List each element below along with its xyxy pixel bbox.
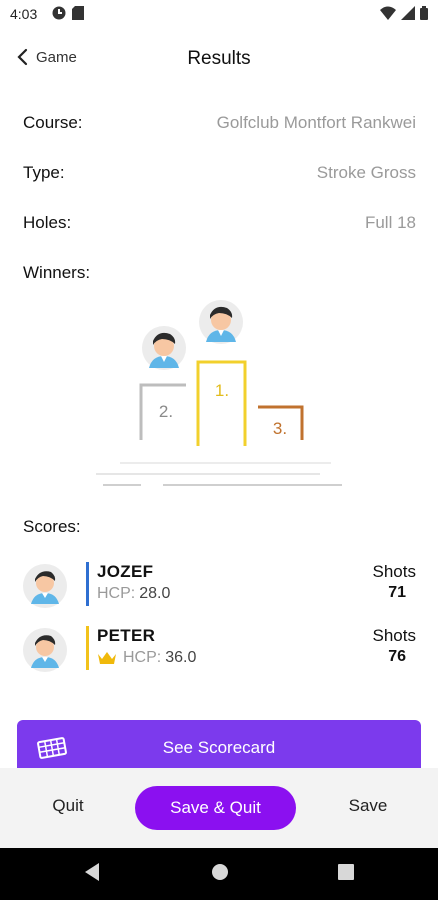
save-and-quit-button[interactable]: Save & Quit [135,786,296,830]
chevron-left-icon [17,48,28,66]
winners-label: Winners: [23,263,91,282]
top-bar: Game Results [0,40,438,80]
shots-label: Shots [372,626,416,645]
system-nav-bar [0,848,438,900]
type-row: Type: Stroke Gross [23,161,416,185]
status-right-icons [380,6,428,20]
circle-app-icon [52,6,66,20]
shots-label: Shots [372,562,416,581]
quit-button[interactable]: Quit [30,796,106,816]
player-name: PETER [97,626,156,645]
battery-icon [420,6,428,20]
player-name: JOZEF [97,562,154,581]
avatar-icon [23,564,67,608]
see-scorecard-label: See Scorecard [162,738,276,757]
scores-label: Scores: [23,517,81,536]
shots-value: 71 [388,584,406,601]
back-nav-icon[interactable] [83,862,101,882]
recents-nav-icon[interactable] [337,862,355,882]
course-label: Course: [23,113,83,132]
first-place-step [196,360,247,446]
signal-icon [401,6,415,20]
type-label: Type: [23,163,65,182]
home-nav-icon[interactable] [210,862,230,882]
shots-value: 76 [388,648,406,665]
course-value: Golfclub Montfort Rankwei [216,113,416,132]
score-row-peter[interactable]: PETER HCP: 36.0 Shots 76 [23,626,416,676]
second-place-avatar [142,326,186,370]
score-row-jozef[interactable]: JOZEF HCP: 28.0 Shots 71 [23,562,416,612]
status-time: 4:03 [10,6,38,22]
back-label: Game [36,48,77,66]
hcp-label: HCP: [123,649,162,666]
hcp-value: 36.0 [165,649,197,666]
holes-label: Holes: [23,213,72,232]
third-place-label: 3. [273,419,287,438]
wifi-icon [380,6,396,20]
second-place-label: 2. [159,402,173,421]
avatar-icon [23,628,67,672]
back-button[interactable]: Game [16,48,77,66]
player-color-bar [86,626,89,670]
podium-graphic: 2. 1. 3. [96,300,342,486]
type-value: Stroke Gross [316,163,416,182]
save-button[interactable]: Save [330,796,406,816]
player-color-bar [86,562,89,606]
hcp-value: 28.0 [139,585,171,602]
status-bar: 4:03 [0,0,438,30]
holes-value: Full 18 [364,213,416,232]
course-row: Course: Golfclub Montfort Rankwei [23,111,416,135]
winners-podium: 2. 1. 3. [0,290,438,500]
first-place-avatar [199,300,243,344]
first-place-label: 1. [215,381,229,400]
holes-row: Holes: Full 18 [23,211,416,235]
player-hcp: HCP: 28.0 [97,585,170,603]
crown-icon [98,652,116,664]
player-hcp: HCP: 36.0 [97,649,196,667]
hcp-label: HCP: [97,585,136,602]
status-left-icons [52,6,84,20]
sd-card-icon [72,6,84,20]
bottom-action-bar: Quit Save & Quit Save [0,768,438,848]
